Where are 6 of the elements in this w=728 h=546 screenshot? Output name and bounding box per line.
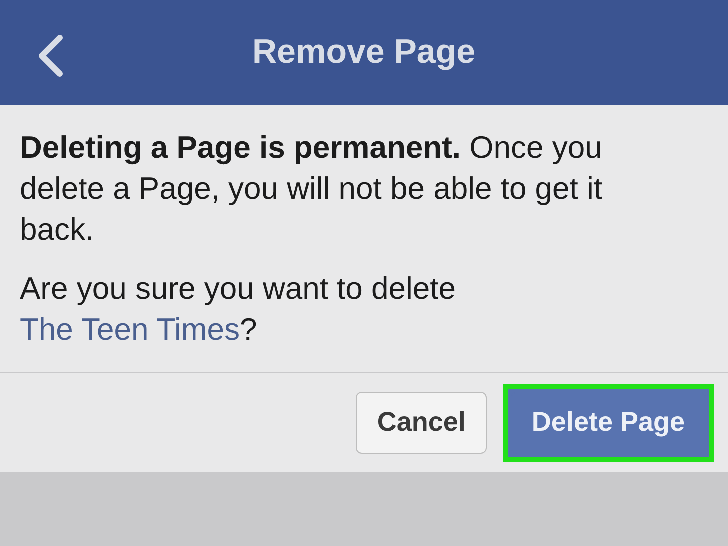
back-icon [36, 35, 66, 77]
confirm-question: Are you sure you want to delete The Teen Times? [20, 270, 457, 349]
page-link[interactable]: The Teen Times [20, 312, 240, 347]
warning-message: Deleting a Page is permanent. Once you delete a Page, you will not be able to get it back. [20, 129, 604, 249]
page-title: Remove Page [252, 32, 476, 73]
cancel-button[interactable]: Cancel [356, 392, 487, 454]
